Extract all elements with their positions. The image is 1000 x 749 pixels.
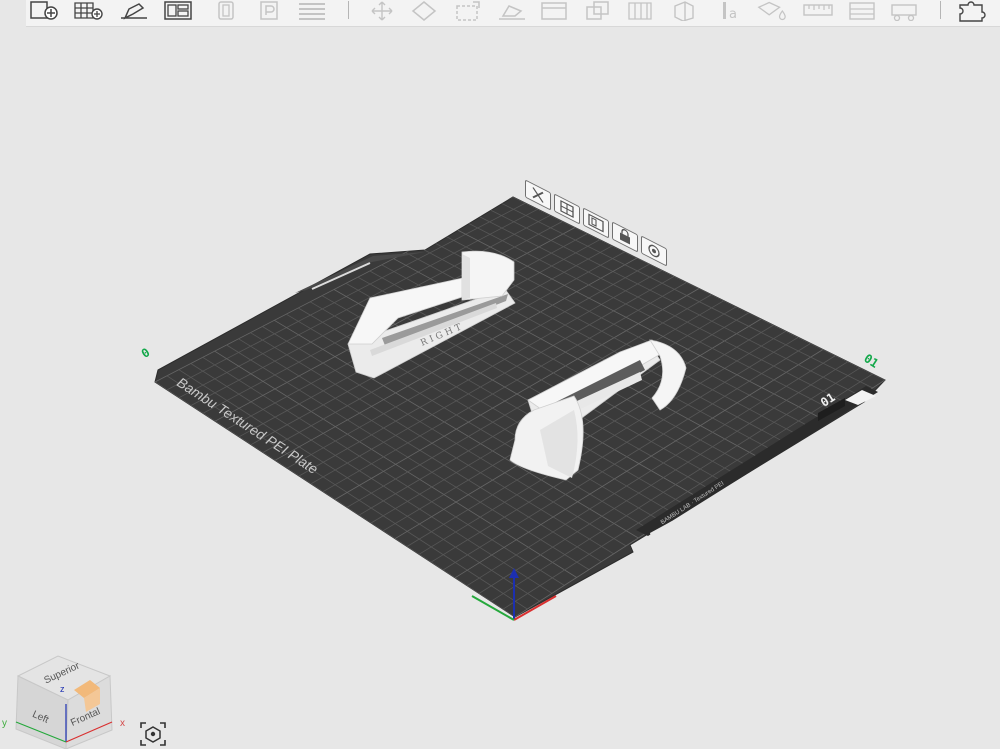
- view-cube-axis-x-label: x: [120, 718, 125, 729]
- fit-view-icon: [140, 722, 166, 746]
- auto-orient-view-button[interactable]: [138, 720, 168, 748]
- 3d-viewport[interactable]: RIGHT: [0, 0, 1000, 749]
- view-cube-axis-y-label: y: [2, 718, 7, 729]
- view-cube-axis-z-label: z: [60, 684, 65, 694]
- right-holder-rear-wall-shadow: [462, 254, 470, 300]
